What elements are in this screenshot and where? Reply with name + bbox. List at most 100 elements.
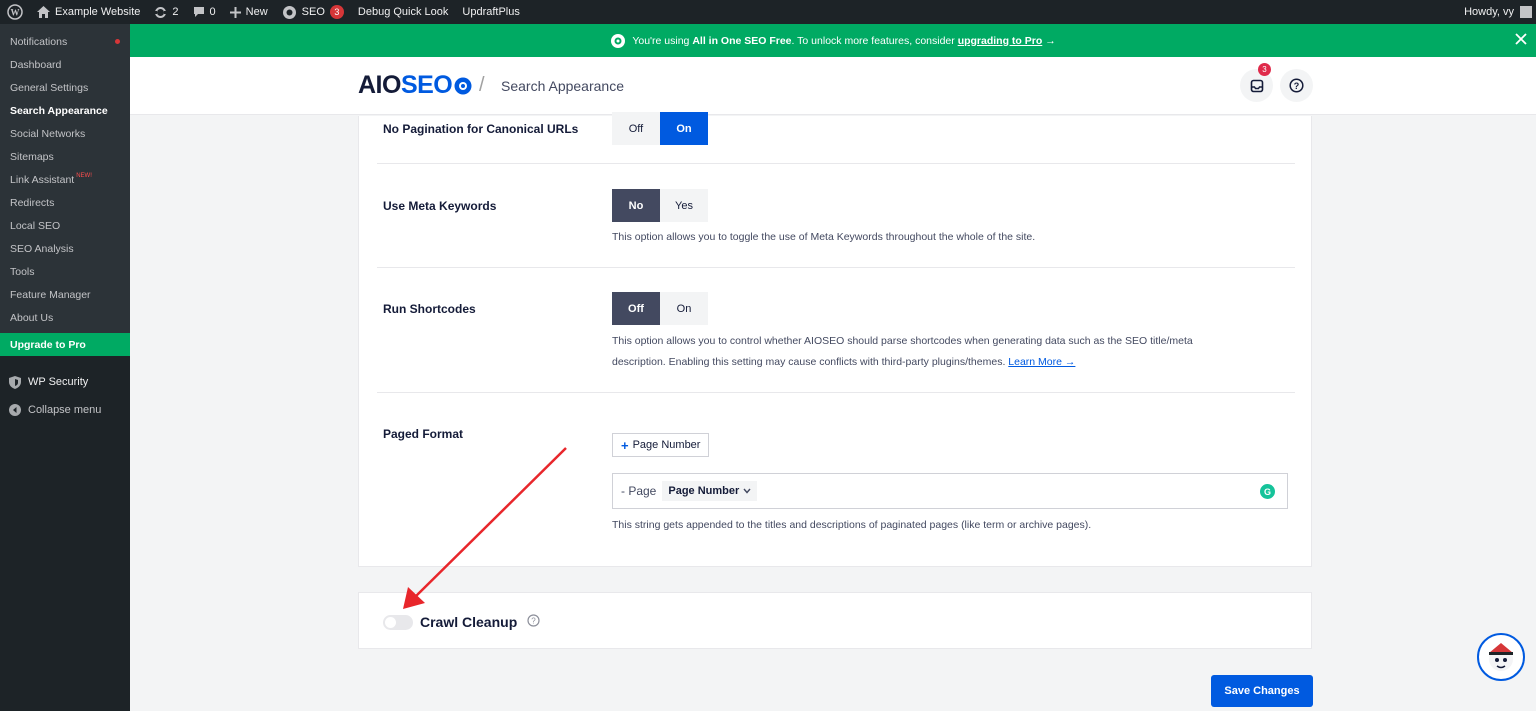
mascot-helper-button[interactable] [1477, 633, 1525, 681]
notice-text: You're using All in One SEO Free. To unl… [632, 35, 1055, 47]
help-icon[interactable]: ? [527, 614, 540, 627]
sidebar-item-about-us[interactable]: About Us [0, 306, 130, 329]
pagination-on-button[interactable]: On [660, 112, 708, 145]
wordpress-icon: W [7, 4, 23, 20]
sidebar-item-notifications[interactable]: Notifications [0, 30, 130, 53]
site-name: Example Website [55, 6, 141, 18]
sidebar-item-dashboard[interactable]: Dashboard [0, 53, 130, 76]
shortcodes-desc-text: description. Enabling this setting may c… [612, 356, 1006, 368]
updraftplus-link[interactable]: UpdraftPlus [455, 0, 526, 24]
sidebar-item-label: Tools [10, 265, 35, 278]
crawl-cleanup-card: Crawl Cleanup ? [358, 592, 1312, 649]
sidebar-item-label: Search Appearance [10, 104, 108, 117]
debug-label: Debug Quick Look [357, 6, 449, 18]
shortcodes-on-button[interactable]: On [660, 292, 708, 325]
add-tag-label: Page Number [632, 439, 701, 451]
collapse-menu-button[interactable]: Collapse menu [0, 396, 130, 424]
shortcodes-label: Run Shortcodes [383, 302, 476, 316]
sidebar-item-upgrade-to-pro[interactable]: Upgrade to Pro [0, 333, 130, 356]
meta-keywords-label: Use Meta Keywords [383, 199, 497, 213]
divider [377, 392, 1295, 393]
add-page-number-tag-button[interactable]: + Page Number [612, 433, 710, 457]
shortcodes-off-button[interactable]: Off [612, 292, 660, 325]
sidebar-item-social-networks[interactable]: Social Networks [0, 122, 130, 145]
meta-keywords-toggle: No Yes [612, 189, 708, 222]
svg-text:?: ? [531, 617, 536, 626]
mascot-icon [1489, 643, 1513, 671]
sidebar-item-label: Notifications [10, 35, 68, 48]
site-name-link[interactable]: Example Website [30, 0, 147, 24]
notice-middle: . To unlock more features, consider [791, 34, 955, 47]
account-menu[interactable]: Howdy, vy [1464, 6, 1536, 18]
sidebar-item-tools[interactable]: Tools [0, 260, 130, 283]
shortcodes-toggle: Off On [612, 292, 708, 325]
refresh-icon [154, 6, 168, 18]
sidebar-item-feature-manager[interactable]: Feature Manager [0, 283, 130, 306]
comment-icon [193, 7, 204, 17]
sidebar-item-label: WP Security [28, 376, 89, 388]
sidebar-item-seo-analysis[interactable]: SEO Analysis [0, 237, 130, 260]
sidebar-item-sitemaps[interactable]: Sitemaps [0, 145, 130, 168]
sidebar-item-label: Sitemaps [10, 150, 54, 163]
help-icon: ? [1289, 78, 1304, 93]
notice-product: All in One SEO Free [692, 34, 792, 47]
updates-count: 2 [172, 6, 179, 18]
meta-keywords-yes-button[interactable]: Yes [660, 189, 708, 222]
aioseo-logo[interactable]: AIO SEO [358, 71, 473, 100]
seo-label: SEO [301, 6, 325, 18]
sidebar-item-search-appearance[interactable]: Search Appearance [0, 99, 130, 122]
sidebar-item-general-settings[interactable]: General Settings [0, 76, 130, 99]
crawl-cleanup-toggle[interactable] [383, 615, 413, 630]
shortcodes-desc-line1: This option allows you to control whethe… [612, 335, 1193, 347]
aioseo-submenu: Notifications Dashboard General Settings… [0, 24, 130, 333]
paged-format-text: - Page [621, 484, 657, 498]
close-icon[interactable] [1514, 32, 1528, 46]
aioseo-icon [611, 33, 626, 48]
help-button[interactable]: ? [1280, 69, 1313, 102]
sidebar-item-label: SEO Analysis [10, 242, 74, 255]
sidebar-item-label: Upgrade to Pro [10, 338, 86, 351]
pagination-toggle: Off On [612, 112, 708, 145]
shortcodes-desc-line2: description. Enabling this setting may c… [612, 352, 1193, 373]
sidebar-item-label: Social Networks [10, 127, 86, 140]
updraft-label: UpdraftPlus [462, 6, 520, 18]
plus-icon: + [621, 437, 629, 453]
admin-sidebar: Notifications Dashboard General Settings… [0, 24, 130, 711]
pagination-label: No Pagination for Canonical URLs [383, 122, 579, 136]
notifications-button[interactable]: 3 [1240, 63, 1273, 102]
shortcodes-description: This option allows you to control whethe… [612, 331, 1193, 373]
updates-link[interactable]: 2 [147, 0, 185, 24]
sidebar-item-label: Link Assistant [10, 173, 75, 186]
logo-aio: AIO [358, 71, 401, 99]
sidebar-item-link-assistant[interactable]: Link Assistant NEW! [0, 168, 130, 191]
seo-menu-link[interactable]: SEO 3 [275, 0, 351, 24]
sidebar-item-redirects[interactable]: Redirects [0, 191, 130, 214]
save-changes-button[interactable]: Save Changes [1211, 675, 1313, 707]
upgrade-notice: You're using All in One SEO Free. To unl… [130, 24, 1536, 57]
svg-text:?: ? [1294, 81, 1300, 91]
aioseo-gear-icon [282, 5, 296, 19]
pagination-off-button[interactable]: Off [612, 112, 660, 145]
new-content-link[interactable]: New [223, 0, 275, 24]
notifications-badge: 3 [1258, 63, 1271, 76]
wordpress-logo[interactable]: W [0, 0, 30, 24]
grammarly-icon[interactable]: G [1260, 484, 1275, 499]
sidebar-item-label: Feature Manager [10, 288, 91, 301]
collapse-icon [9, 404, 21, 416]
page-title: Search Appearance [501, 78, 624, 94]
upgrade-link[interactable]: upgrading to Pro [958, 35, 1043, 47]
paged-format-input[interactable]: - Page Page Number G [612, 473, 1288, 509]
meta-keywords-no-button[interactable]: No [612, 189, 660, 222]
admin-bar: W Example Website 2 0 New SEO 3 Debug Qu… [0, 0, 1536, 24]
tag-chip-label: Page Number [668, 485, 740, 497]
learn-more-link[interactable]: Learn More → [1008, 356, 1075, 368]
sidebar-item-label: Dashboard [10, 58, 62, 71]
debug-quick-look-link[interactable]: Debug Quick Look [351, 0, 456, 24]
svg-text:W: W [11, 8, 20, 18]
comments-link[interactable]: 0 [186, 0, 223, 24]
howdy-text: Howdy, vy [1464, 6, 1514, 18]
sidebar-item-local-seo[interactable]: Local SEO [0, 214, 130, 237]
page-number-tag[interactable]: Page Number [662, 481, 758, 501]
sidebar-item-wp-security[interactable]: WP Security [0, 368, 130, 396]
logo-seo: SEO [400, 71, 453, 99]
